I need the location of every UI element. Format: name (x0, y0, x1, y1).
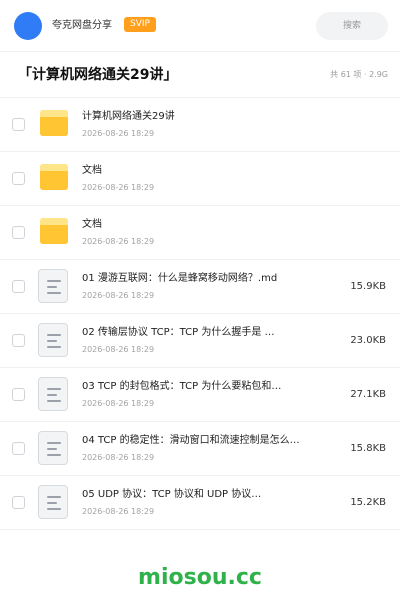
document-icon (36, 376, 72, 412)
file-date: 2026-08-26 18:29 (82, 237, 155, 246)
select-checkbox[interactable] (12, 118, 25, 131)
folder-row[interactable]: 计算机网络通关29讲 2026-08-26 18:29 (0, 98, 400, 152)
file-row[interactable]: 05 UDP 协议：TCP 协议和 UDP 协议… 2026-08-26 18:2… (0, 476, 400, 530)
folder-icon (36, 106, 72, 142)
item-count: 共 61 项 · 2.9G (330, 70, 388, 79)
top-bar: 夸克网盘分享 SVIP 搜索 (0, 0, 400, 52)
file-name[interactable]: 04 TCP 的稳定性：滑动窗口和流速控制是怎么… (82, 434, 327, 448)
file-row[interactable]: 04 TCP 的稳定性：滑动窗口和流速控制是怎么… 2026-08-26 18:2… (0, 422, 400, 476)
file-name[interactable]: 03 TCP 的封包格式：TCP 为什么要粘包和… (82, 380, 327, 394)
page-title: 「计算机网络通关29讲」 (18, 67, 178, 83)
svip-badge: SVIP (124, 17, 156, 32)
select-checkbox[interactable] (12, 442, 25, 455)
folder-icon (36, 214, 72, 250)
folder-icon (36, 160, 72, 196)
file-name[interactable]: 文档 (82, 164, 327, 178)
file-name[interactable]: 计算机网络通关29讲 (82, 110, 327, 124)
file-date: 2026-08-26 18:29 (82, 291, 155, 300)
file-date: 2026-08-26 18:29 (82, 345, 155, 354)
file-name[interactable]: 01 漫游互联网：什么是蜂窝移动网络？.md (82, 272, 327, 286)
file-date: 2026-08-26 18:29 (82, 399, 155, 408)
document-icon (36, 268, 72, 304)
file-list: 计算机网络通关29讲 2026-08-26 18:29 文档 2026-08-26 1… (0, 98, 400, 530)
select-checkbox[interactable] (12, 172, 25, 185)
file-name[interactable]: 文档 (82, 218, 327, 232)
folder-row[interactable]: 文档 2026-08-26 18:29 (0, 206, 400, 260)
file-name[interactable]: 05 UDP 协议：TCP 协议和 UDP 协议… (82, 488, 327, 502)
file-date: 2026-08-26 18:29 (82, 183, 155, 192)
file-size: 15.8KB (350, 443, 386, 454)
select-checkbox[interactable] (12, 496, 25, 509)
document-icon (36, 430, 72, 466)
folder-row[interactable]: 文档 2026-08-26 18:29 (0, 152, 400, 206)
select-checkbox[interactable] (12, 280, 25, 293)
file-date: 2026-08-26 18:29 (82, 453, 155, 462)
watermark: miosou.cc (138, 565, 262, 590)
select-checkbox[interactable] (12, 388, 25, 401)
file-size: 15.9KB (350, 281, 386, 292)
select-checkbox[interactable] (12, 226, 25, 239)
search-button[interactable]: 搜索 (316, 12, 388, 40)
file-size: 23.0KB (350, 335, 386, 346)
file-name[interactable]: 02 传输层协议 TCP：TCP 为什么握手是 … (82, 326, 327, 340)
file-size: 15.2KB (350, 497, 386, 508)
document-icon (36, 484, 72, 520)
share-owner-name: 夸克网盘分享 (52, 20, 112, 31)
file-row[interactable]: 01 漫游互联网：什么是蜂窝移动网络？.md 2026-08-26 18:29 15… (0, 260, 400, 314)
file-row[interactable]: 03 TCP 的封包格式：TCP 为什么要粘包和… 2026-08-26 18:2… (0, 368, 400, 422)
file-date: 2026-08-26 18:29 (82, 129, 155, 138)
folder-header: 「计算机网络通关29讲」 共 61 项 · 2.9G (0, 52, 400, 98)
document-icon (36, 322, 72, 358)
avatar[interactable] (14, 12, 42, 40)
file-size: 27.1KB (350, 389, 386, 400)
file-date: 2026-08-26 18:29 (82, 507, 155, 516)
file-row[interactable]: 02 传输层协议 TCP：TCP 为什么握手是 … 2026-08-26 18:2… (0, 314, 400, 368)
select-checkbox[interactable] (12, 334, 25, 347)
